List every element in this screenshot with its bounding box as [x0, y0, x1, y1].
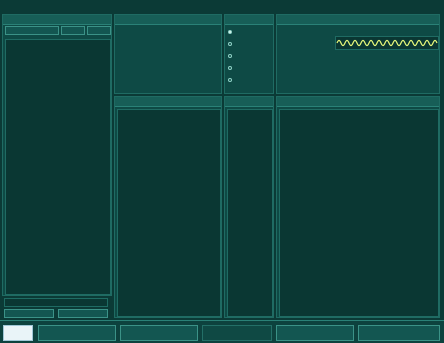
middle-list[interactable]	[227, 109, 273, 317]
source-list[interactable]	[5, 39, 111, 295]
run-mode-option[interactable]	[228, 65, 273, 77]
source-button-1[interactable]	[5, 26, 59, 35]
control-panel	[224, 14, 274, 94]
run-mode-options	[228, 29, 273, 91]
run-mode-option[interactable]	[228, 53, 273, 65]
radio-icon	[228, 30, 232, 34]
bottom-tool-right[interactable]	[58, 309, 108, 318]
radio-icon	[228, 78, 232, 82]
log-panel	[276, 96, 440, 318]
source-button-2[interactable]	[61, 26, 85, 35]
waveform-trace	[336, 39, 438, 47]
tree-panel-title	[115, 97, 221, 107]
footer-button-5[interactable]	[358, 325, 440, 341]
components-grid	[117, 26, 221, 92]
readout-rows	[279, 51, 439, 93]
radio-icon	[228, 42, 232, 46]
readout-panel	[276, 14, 440, 94]
source-button-3[interactable]	[87, 26, 111, 35]
middle-list-title	[225, 97, 273, 107]
waveform-display	[335, 36, 439, 50]
components-panel	[114, 14, 222, 94]
run-mode-option[interactable]	[228, 77, 273, 89]
footer-button-2[interactable]	[120, 325, 198, 341]
footer-button-3[interactable]	[202, 325, 272, 341]
run-mode-option[interactable]	[228, 41, 273, 53]
tree-panel	[114, 96, 222, 318]
footer-button-4[interactable]	[276, 325, 354, 341]
logo	[3, 325, 33, 341]
components-panel-title	[115, 15, 221, 25]
control-panel-title	[225, 15, 273, 25]
log-panel-title	[277, 97, 439, 107]
radio-icon	[228, 54, 232, 58]
run-mode-option[interactable]	[228, 29, 273, 41]
readout-panel-title	[277, 15, 439, 25]
source-panel-title	[3, 15, 111, 25]
middle-list-panel	[224, 96, 274, 318]
tree-view[interactable]	[117, 109, 221, 317]
log-output[interactable]	[279, 109, 439, 317]
footer-button-1[interactable]	[38, 325, 116, 341]
source-button-row	[5, 26, 111, 36]
command-input[interactable]	[4, 298, 108, 307]
radio-icon	[228, 66, 232, 70]
bottom-tool-left[interactable]	[4, 309, 54, 318]
source-panel	[2, 14, 112, 296]
footer-bar	[0, 320, 444, 343]
